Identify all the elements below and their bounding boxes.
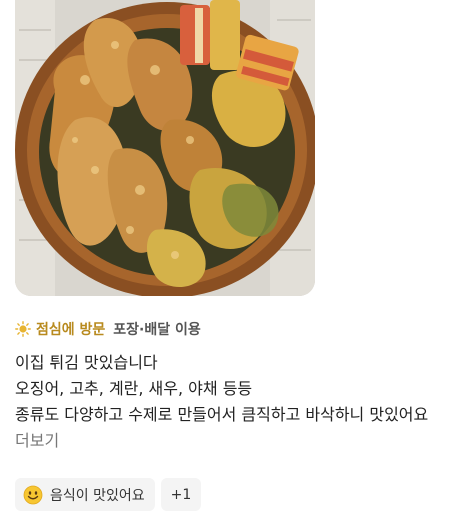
more-tags-button[interactable]: +1 — [160, 478, 202, 511]
review-line: 이집 튀김 맛있습니다 — [15, 353, 158, 372]
review-line: 오징어, 고추, 계란, 새우, 야채 등등 — [15, 379, 253, 398]
review-line: 종류도 다양하고 수제로 만들어서 큼직하고 바삭하니 맛있어요 — [15, 405, 429, 424]
more-tags-count: +1 — [170, 486, 192, 503]
sun-icon — [15, 321, 31, 337]
tag-label: 음식이 맛있어요 — [50, 487, 145, 504]
more-button[interactable]: 더보기 — [15, 428, 451, 454]
tag-food-tasty[interactable]: 음식이 맛있어요 — [15, 478, 155, 511]
smiling-face-icon — [23, 485, 43, 504]
tempura-image — [15, 0, 315, 296]
visit-info: 점심에 방문 포장·배달 이용 — [15, 318, 201, 340]
review-photo[interactable] — [15, 0, 315, 296]
review-text: 이집 튀김 맛있습니다 오징어, 고추, 계란, 새우, 야채 등등 종류도 다… — [15, 350, 451, 454]
visit-time: 점심에 방문 — [36, 322, 106, 338]
review-tags: 음식이 맛있어요 +1 — [15, 478, 202, 511]
visit-method: 포장·배달 이용 — [113, 322, 201, 338]
review-card: 점심에 방문 포장·배달 이용 이집 튀김 맛있습니다 오징어, 고추, 계란,… — [0, 0, 458, 517]
